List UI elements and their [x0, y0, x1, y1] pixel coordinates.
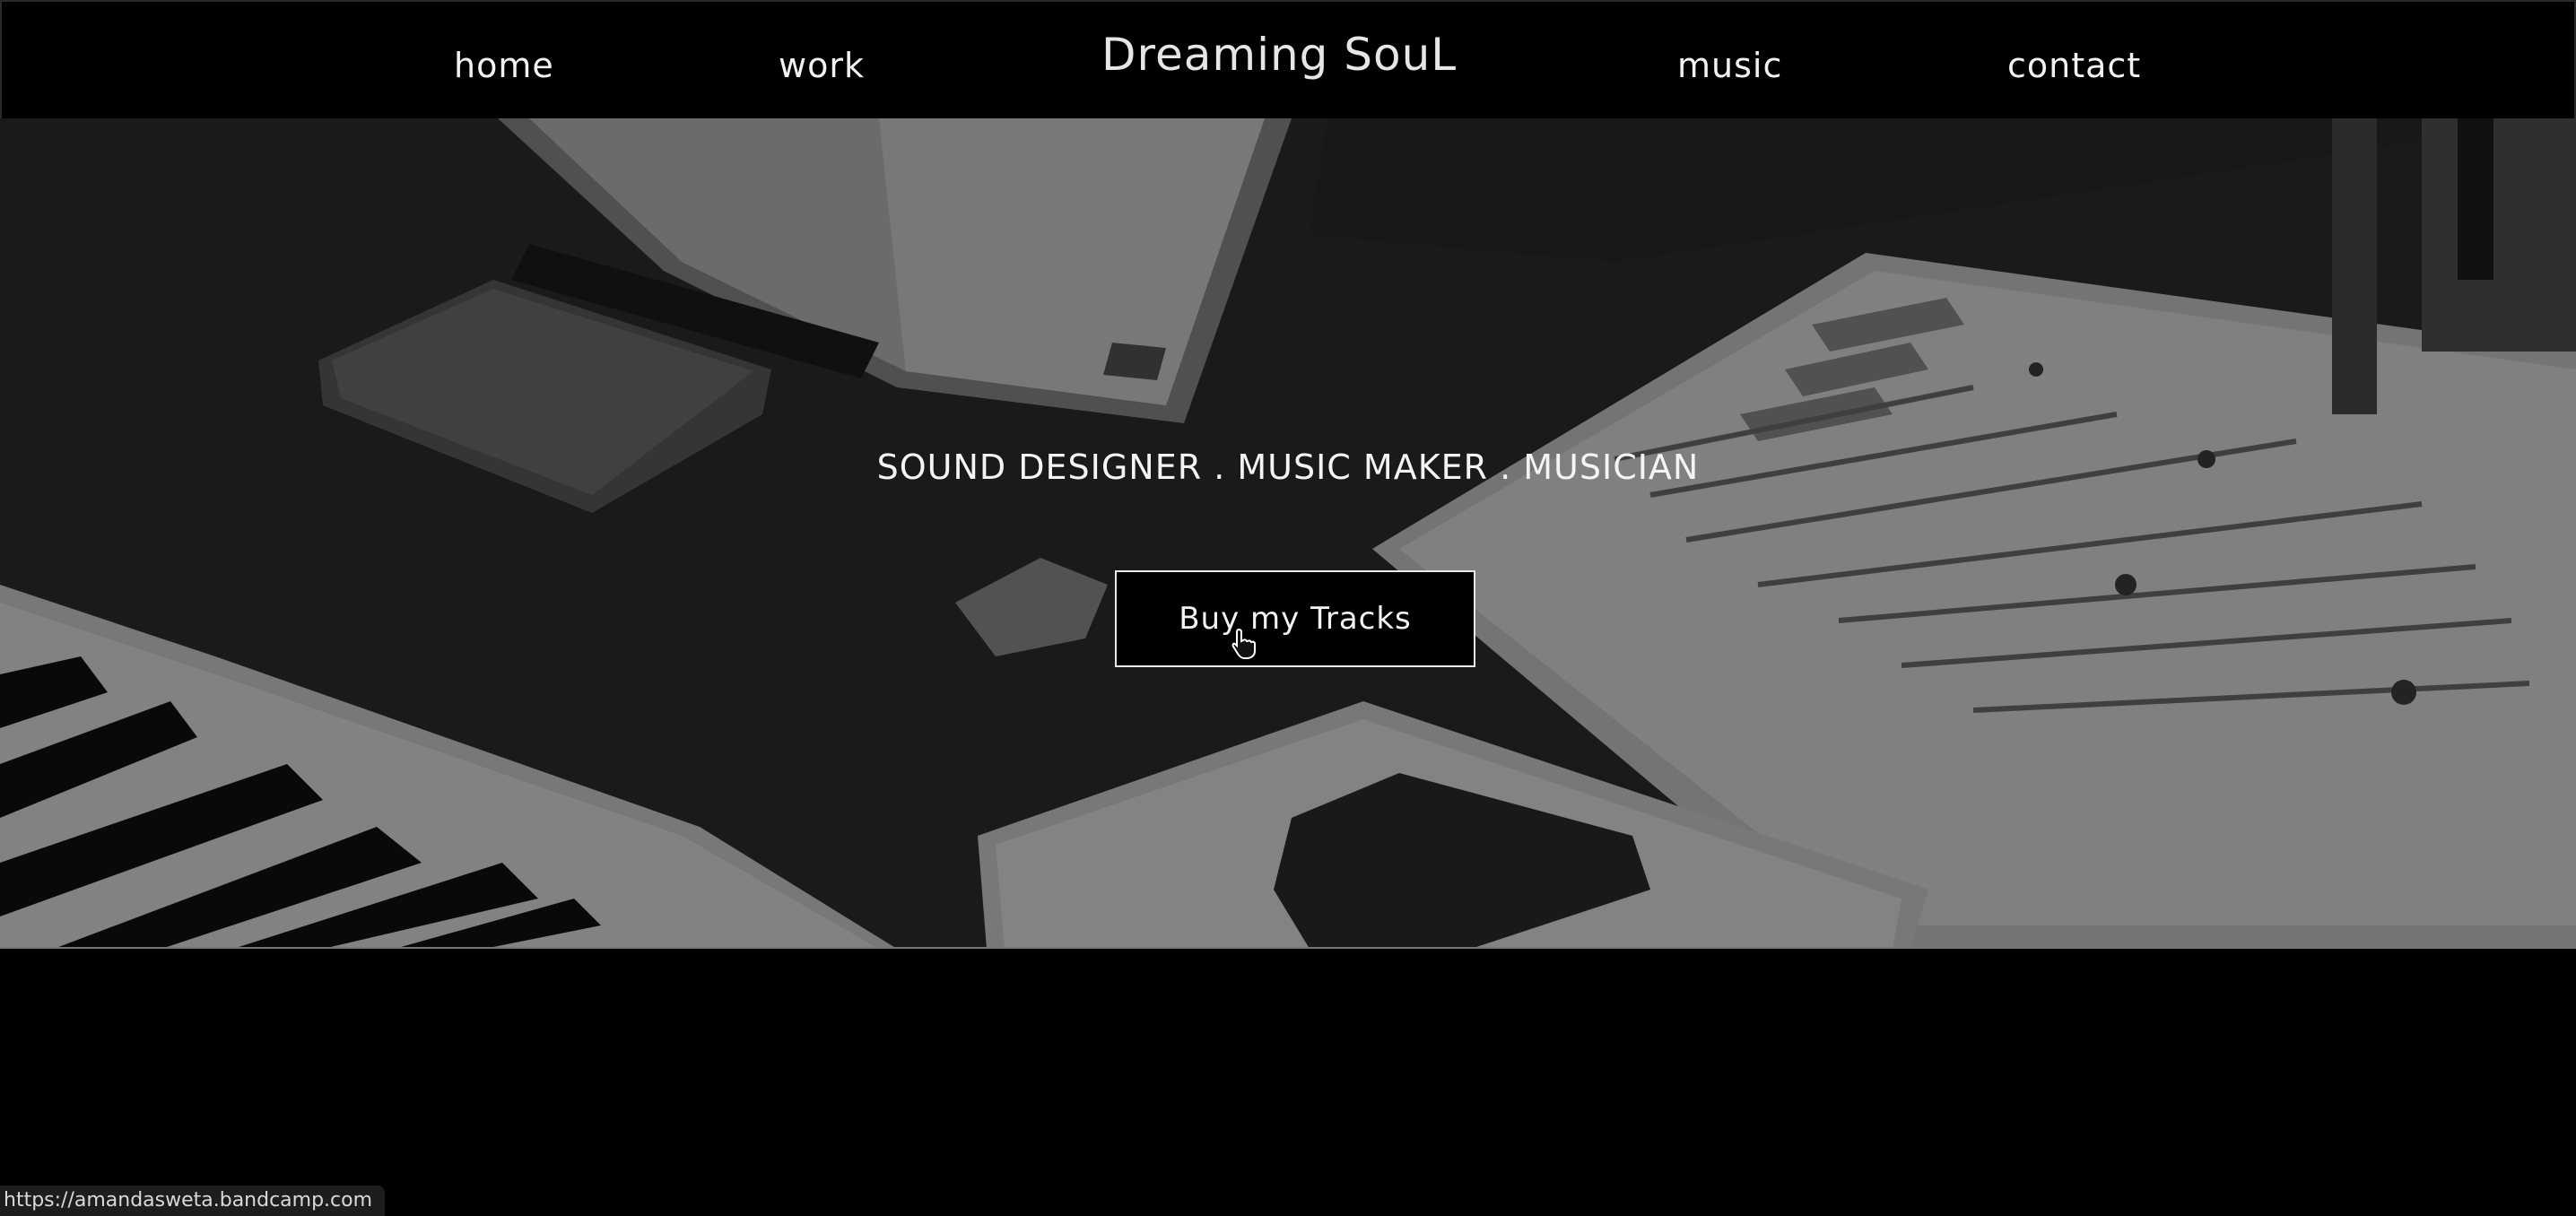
hand-pointer-icon — [1231, 628, 1256, 659]
hero-tagline-text: SOUND DESIGNER . MUSIC MAKER . MUSICIAN — [876, 447, 1700, 487]
buy-tracks-button[interactable]: Buy my Tracks — [1115, 570, 1475, 667]
top-navbar: home work Dreaming SouL music contact — [0, 0, 2576, 118]
nav-link-work[interactable]: work — [779, 48, 865, 83]
hero-section: SOUND DESIGNER . MUSIC MAKER . MUSICIAN — [0, 118, 2576, 949]
nav-link-music[interactable]: music — [1677, 48, 1782, 83]
nav-link-home[interactable]: home — [454, 48, 554, 83]
nav-link-contact[interactable]: contact — [2007, 48, 2141, 83]
status-bar-url: https://amandasweta.bandcamp.com — [0, 1186, 386, 1216]
site-logo-title[interactable]: Dreaming SouL — [1101, 32, 1457, 77]
hero-background-image — [0, 118, 2576, 947]
hero-tagline: SOUND DESIGNER . MUSIC MAKER . MUSICIAN — [0, 450, 2576, 484]
page: home work Dreaming SouL music contact SO… — [0, 0, 2576, 1216]
